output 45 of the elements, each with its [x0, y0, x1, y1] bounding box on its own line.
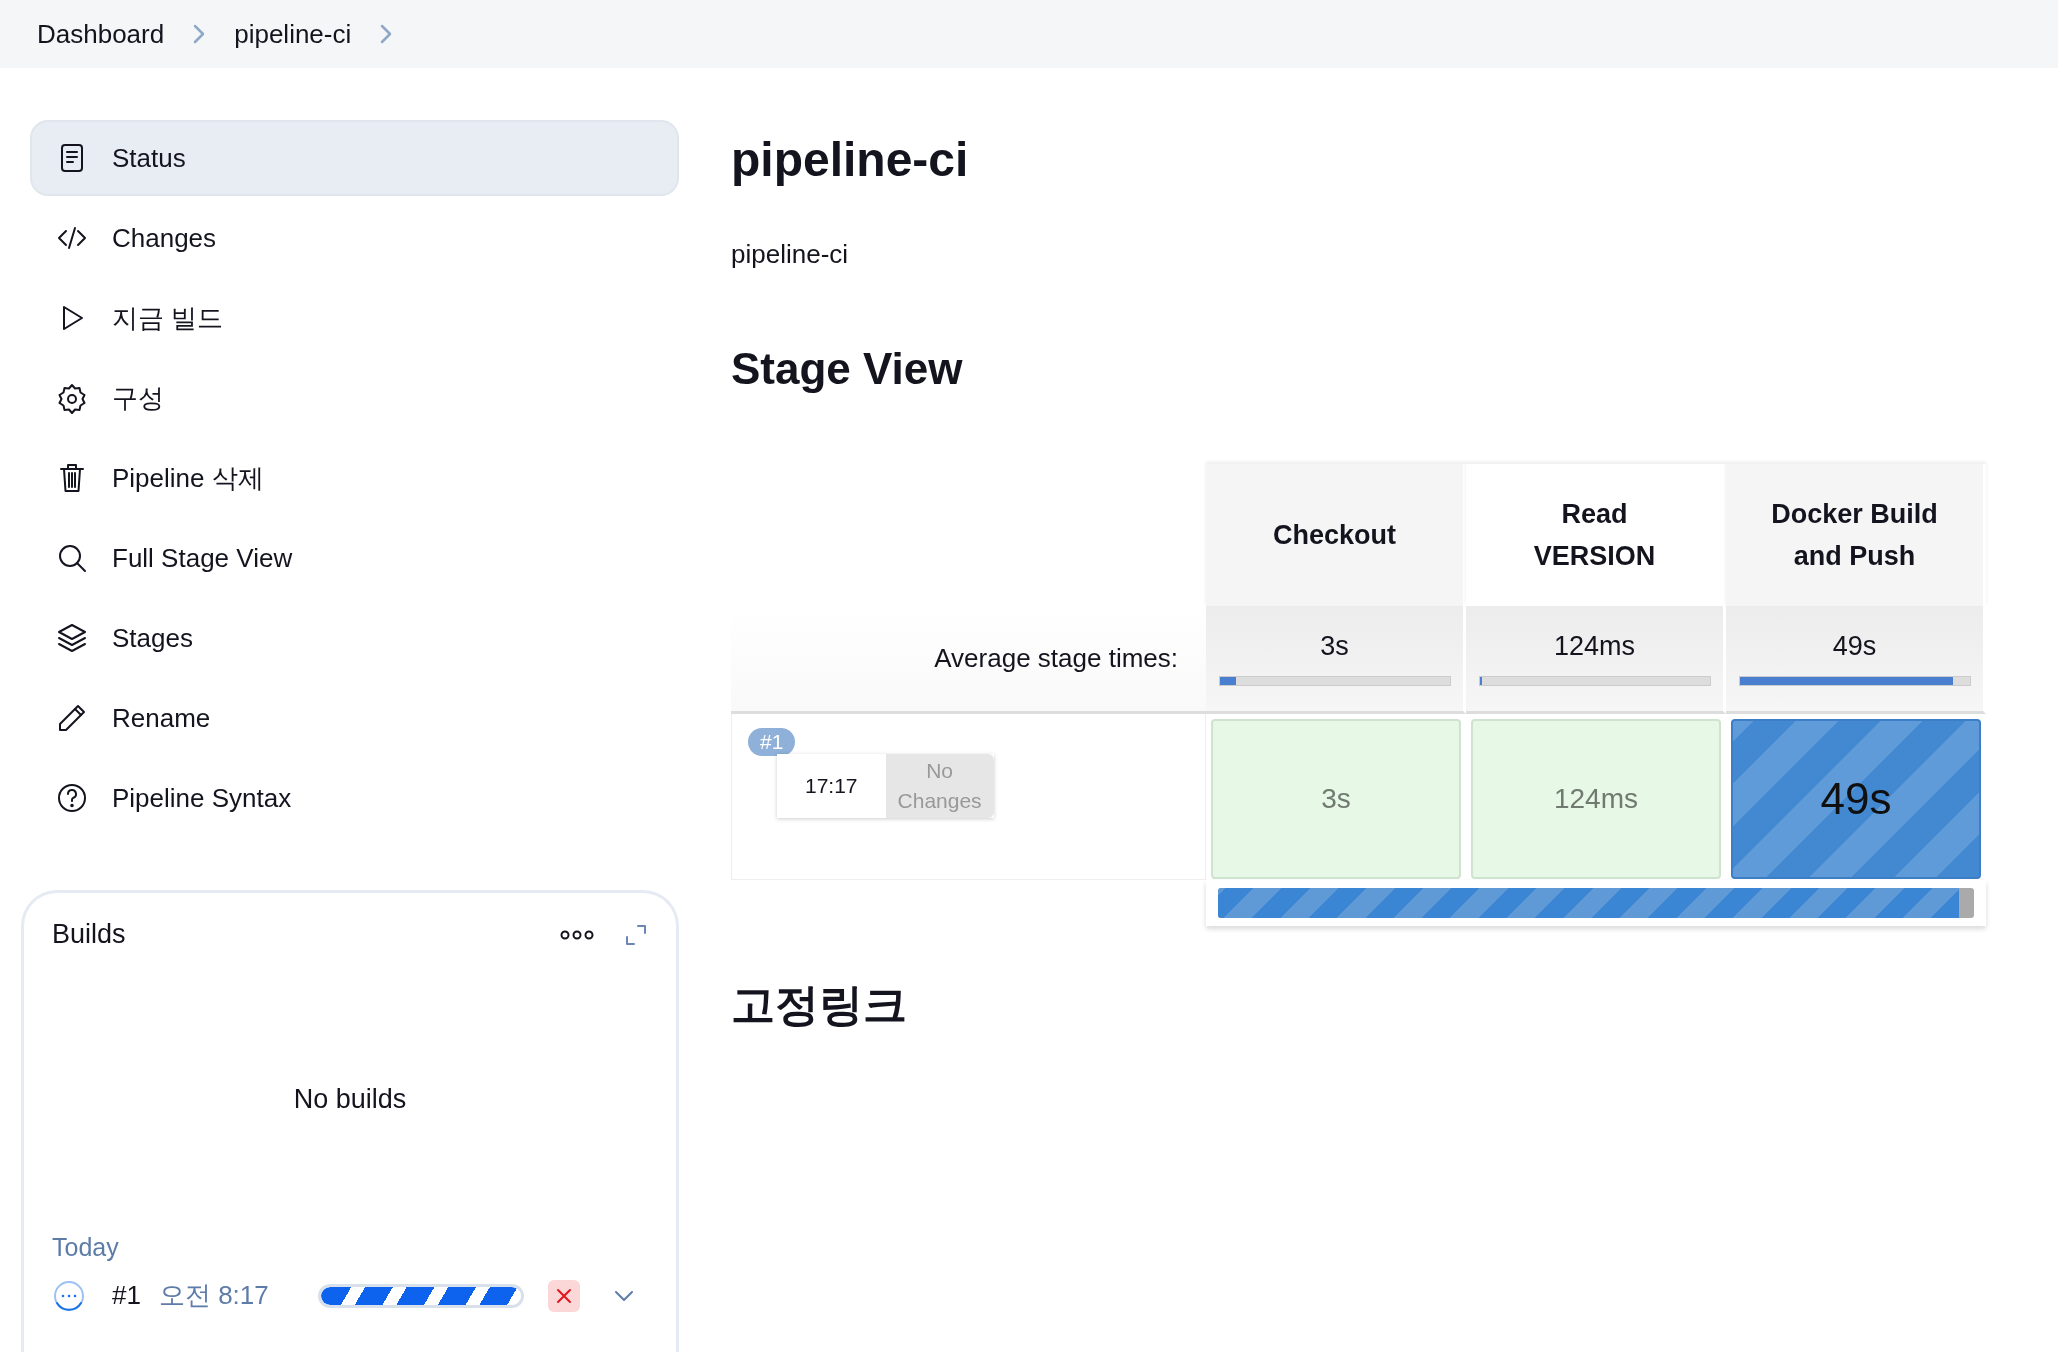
date-group-label: Today	[52, 1233, 120, 1262]
sidebar-item[interactable]: Stages	[30, 600, 679, 676]
stage-cell[interactable]: 3s	[1211, 719, 1461, 879]
help-icon	[56, 782, 88, 814]
in-progress-icon	[52, 1278, 86, 1313]
search-icon	[56, 542, 88, 574]
settings-icon	[56, 382, 88, 414]
builds-title: Builds	[52, 919, 126, 950]
average-label: Average stage times:	[934, 643, 1178, 674]
section-heading: 고정링크	[731, 979, 908, 1031]
stage-header: Read VERSION	[1466, 464, 1726, 606]
cancel-button[interactable]	[548, 1279, 580, 1312]
build-number-link[interactable]: #1	[112, 1280, 141, 1311]
breadcrumb-link[interactable]: Dashboard	[37, 18, 165, 50]
sidebar-item[interactable]: Pipeline Syntax	[30, 760, 679, 836]
sidebar-item[interactable]: Changes	[30, 200, 679, 276]
page-title: pipeline-ci	[731, 132, 970, 187]
sidebar-item[interactable]: Status	[30, 120, 679, 196]
more-options-icon[interactable]	[560, 928, 594, 941]
build-time: 17:17	[777, 754, 886, 818]
average-time: 3s	[1320, 631, 1349, 662]
changes-tag: No Changes	[885, 754, 994, 818]
pencil-icon	[56, 702, 88, 734]
stage-cell[interactable]: 124ms	[1471, 719, 1721, 879]
sidebar-item[interactable]: Rename	[30, 680, 679, 756]
chevron-right-icon	[192, 23, 207, 45]
average-time: 49s	[1832, 631, 1877, 662]
sidebar-item[interactable]: Full Stage View	[30, 520, 679, 596]
description: pipeline-ci	[731, 239, 850, 270]
expand-icon[interactable]	[624, 922, 648, 947]
build-time-link[interactable]: 오전 8:17	[158, 1278, 300, 1313]
stage-header: Checkout	[1206, 464, 1466, 606]
average-time: 124ms	[1553, 631, 1635, 662]
layers-icon	[56, 622, 88, 654]
empty-message: No builds	[292, 1084, 408, 1115]
stage-header: Docker Build and Push	[1726, 464, 1986, 606]
breadcrumb-link[interactable]: pipeline-ci	[234, 18, 352, 50]
sidebar-item[interactable]: Pipeline 삭제	[30, 440, 679, 516]
stage-cell[interactable]: 49s	[1731, 719, 1981, 879]
chevron-right-icon	[379, 23, 394, 45]
sidebar-item[interactable]: 구성	[30, 360, 679, 436]
section-heading: Stage View	[731, 344, 964, 394]
chevron-down-icon[interactable]	[614, 1289, 634, 1302]
sidebar-item[interactable]: 지금 빌드	[30, 280, 679, 356]
close-icon	[556, 1287, 572, 1304]
